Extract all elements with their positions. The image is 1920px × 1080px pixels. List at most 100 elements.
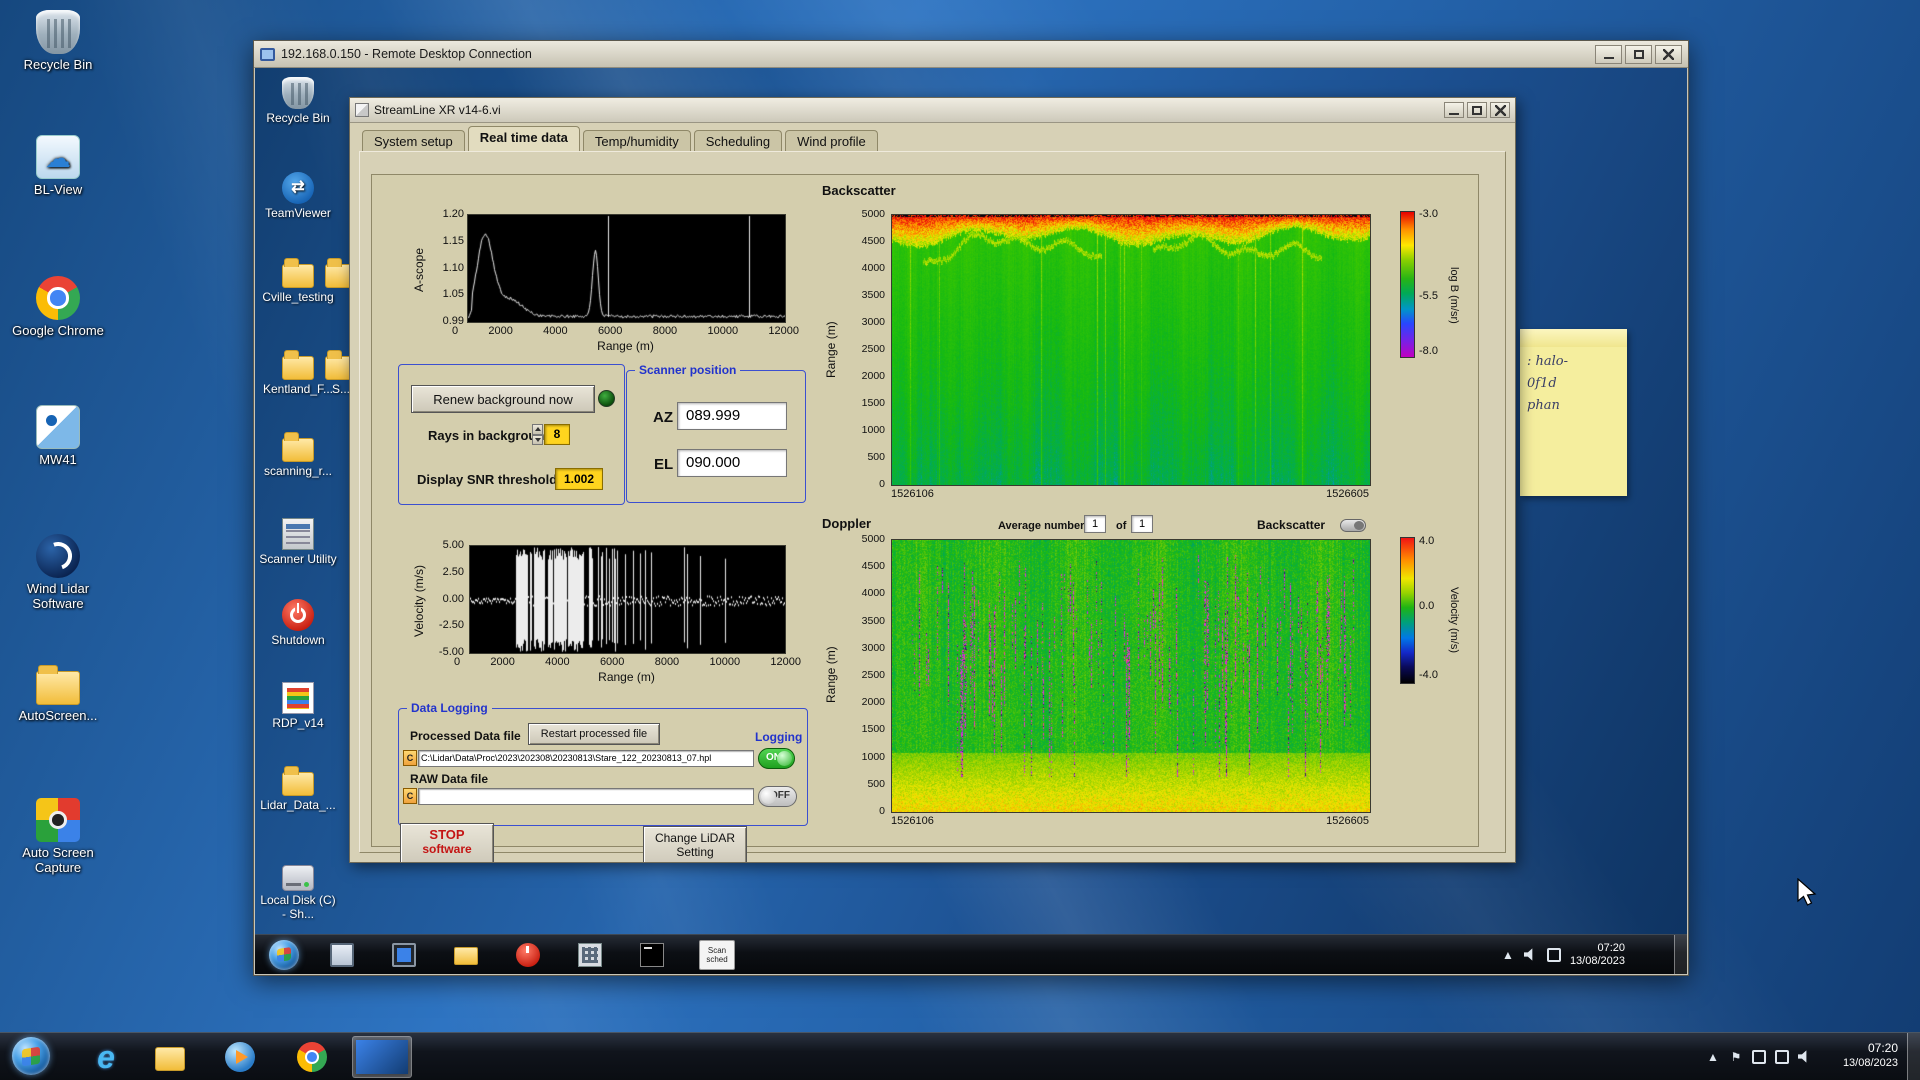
tick-label: 4000: [861, 587, 885, 600]
average-number-field[interactable]: 1: [1084, 515, 1106, 533]
tab-wind-profile[interactable]: Wind profile: [785, 130, 878, 152]
rdp-titlebar[interactable]: 192.168.0.150 - Remote Desktop Connectio…: [254, 41, 1688, 68]
path-drive-icon[interactable]: C: [403, 788, 417, 804]
remote-icon-scanner-utility[interactable]: Scanner Utility: [259, 518, 337, 566]
grid-icon: [577, 942, 602, 967]
maximize-button[interactable]: [1625, 44, 1652, 64]
icon-label: Google Chrome: [12, 323, 104, 338]
show-hidden-icons-icon[interactable]: ▲: [1501, 948, 1515, 962]
increment-icon[interactable]: [532, 424, 543, 435]
el-field[interactable]: 090.000: [677, 449, 787, 477]
rdp-window-title: 192.168.0.150 - Remote Desktop Connectio…: [281, 47, 532, 61]
remote-taskbar-item-shutdown[interactable]: [513, 940, 542, 969]
backscatter-toggle-label: Backscatter: [1257, 518, 1326, 532]
tick-label: 0.00: [442, 592, 464, 605]
tick-label: 1.20: [442, 208, 464, 220]
decrement-icon[interactable]: [532, 434, 543, 445]
raw-logging-toggle[interactable]: OFF: [758, 786, 797, 807]
tab-bar: System setup Real time data Temp/humidit…: [362, 126, 878, 152]
icon-label: Recycle Bin: [266, 111, 330, 125]
remote-icon-teamviewer[interactable]: TeamViewer: [259, 172, 337, 220]
tab-scheduling[interactable]: Scheduling: [693, 130, 783, 152]
minimize-icon: [1449, 113, 1459, 115]
of-field[interactable]: 1: [1131, 515, 1153, 533]
average-number-label: Average number: [998, 520, 1085, 532]
remote-icon-lidar-data[interactable]: Lidar_Data_...: [259, 766, 337, 812]
snr-threshold-field[interactable]: 1.002: [555, 468, 603, 490]
tab-system-setup[interactable]: System setup: [362, 130, 465, 152]
processed-logging-toggle[interactable]: ON: [758, 748, 795, 769]
remote-taskbar-item-folder[interactable]: [451, 940, 480, 969]
desktop-icon-autoscreen-folder[interactable]: AutoScreen...: [12, 663, 104, 723]
maximize-button[interactable]: [1467, 102, 1487, 118]
volume-icon[interactable]: [1523, 948, 1533, 961]
host-clock[interactable]: 07:20 13/08/2023: [1843, 1041, 1898, 1071]
renew-background-button[interactable]: Renew background now: [411, 385, 595, 413]
rdp-session-icon: [365, 1047, 399, 1069]
close-button[interactable]: [1490, 102, 1510, 118]
stop-software-button[interactable]: STOP software: [400, 823, 494, 862]
network-icon[interactable]: [1775, 1049, 1789, 1064]
change-lidar-button[interactable]: Change LiDAR Setting: [643, 826, 747, 862]
remote-taskbar-item-window[interactable]: [327, 940, 356, 969]
desktop-icon-auto-screen-capture[interactable]: Auto Screen Capture: [12, 798, 104, 875]
start-button[interactable]: [12, 1037, 50, 1075]
power-icon: [515, 942, 540, 967]
tick-label: 500: [867, 777, 885, 790]
remote-taskbar-item-cmd[interactable]: [637, 940, 666, 969]
display-icon[interactable]: [1752, 1049, 1766, 1064]
desktop-icon-recycle-bin[interactable]: Recycle Bin: [12, 10, 104, 72]
remote-taskbar-item-display[interactable]: [389, 940, 418, 969]
restart-processed-file-button[interactable]: Restart processed file: [528, 723, 660, 745]
tick-label: 12000: [768, 325, 799, 337]
remote-show-desktop-button[interactable]: [1674, 935, 1687, 974]
close-icon: [1663, 48, 1674, 60]
remote-icon-scanning[interactable]: scanning_r...: [259, 432, 337, 478]
close-button[interactable]: [1655, 44, 1682, 64]
host-desktop: Recycle Bin BL-View Google Chrome MW41 W…: [0, 0, 1920, 1080]
desktop-icon-google-chrome[interactable]: Google Chrome: [12, 276, 104, 338]
ascope-x-axis-label: Range (m): [597, 339, 654, 353]
taskbar-item-rdp-active[interactable]: [352, 1036, 412, 1078]
tick-label: 2000: [490, 656, 515, 668]
tab-real-time-data[interactable]: Real time data: [467, 126, 580, 152]
taskbar-item-ie[interactable]: e: [86, 1037, 126, 1077]
streamline-titlebar[interactable]: StreamLine XR v14-6.vi: [350, 98, 1515, 123]
taskbar-item-chrome[interactable]: [292, 1037, 332, 1077]
tab-temp-humidity[interactable]: Temp/humidity: [582, 130, 691, 152]
remote-start-button[interactable]: [269, 940, 299, 970]
rays-spinner[interactable]: [532, 424, 543, 445]
taskbar-item-explorer[interactable]: [150, 1037, 190, 1077]
desktop-icon-mw41[interactable]: MW41: [12, 405, 104, 467]
raw-path-field[interactable]: [418, 788, 754, 805]
tick-label: 2000: [861, 696, 885, 709]
remote-icon-shutdown[interactable]: Shutdown: [259, 599, 337, 647]
minimize-button[interactable]: [1444, 102, 1464, 118]
show-hidden-icons-icon[interactable]: ▲: [1706, 1050, 1720, 1064]
ascope-x-ticks: 0 2000 4000 6000 8000 10000 12000: [452, 325, 799, 337]
velocity-x-ticks: 0 2000 4000 6000 8000 10000 12000: [454, 656, 801, 668]
volume-icon[interactable]: [1798, 1050, 1807, 1063]
processed-path-field[interactable]: C:\Lidar\Data\Proc\2023\202308\20230813\…: [418, 750, 754, 767]
remote-icon-rdp-v14[interactable]: RDP_v14: [259, 682, 337, 730]
tick-label: 5000: [861, 533, 885, 545]
remote-icon-recycle-bin[interactable]: Recycle Bin: [259, 77, 337, 125]
rays-value-field[interactable]: 8: [544, 424, 570, 445]
remote-clock[interactable]: 07:20 13/08/2023: [1570, 942, 1625, 968]
sticky-note[interactable]: : halo- 0f1d phan: [1520, 329, 1627, 496]
path-drive-icon[interactable]: C: [403, 750, 417, 766]
network-icon[interactable]: [1546, 947, 1561, 962]
desktop-icon-wind-lidar[interactable]: Wind Lidar Software: [12, 534, 104, 611]
icon-label: Wind Lidar Software: [26, 581, 90, 611]
desktop-icon-bl-view[interactable]: BL-View: [12, 135, 104, 197]
remote-taskbar-item-grid[interactable]: [575, 940, 604, 969]
colorbar-tick: -3.0: [1419, 207, 1438, 220]
taskbar-item-media-player[interactable]: [220, 1037, 260, 1077]
minimize-button[interactable]: [1595, 44, 1622, 64]
remote-taskbar-item-scan-sched[interactable]: Scan sched: [699, 940, 735, 970]
remote-icon-local-disk[interactable]: Local Disk (C) - Sh...: [259, 865, 337, 921]
az-field[interactable]: 089.999: [677, 402, 787, 430]
show-desktop-button[interactable]: [1907, 1033, 1920, 1080]
backscatter-display-toggle[interactable]: [1340, 519, 1366, 532]
action-center-flag-icon[interactable]: ⚑: [1729, 1050, 1743, 1064]
